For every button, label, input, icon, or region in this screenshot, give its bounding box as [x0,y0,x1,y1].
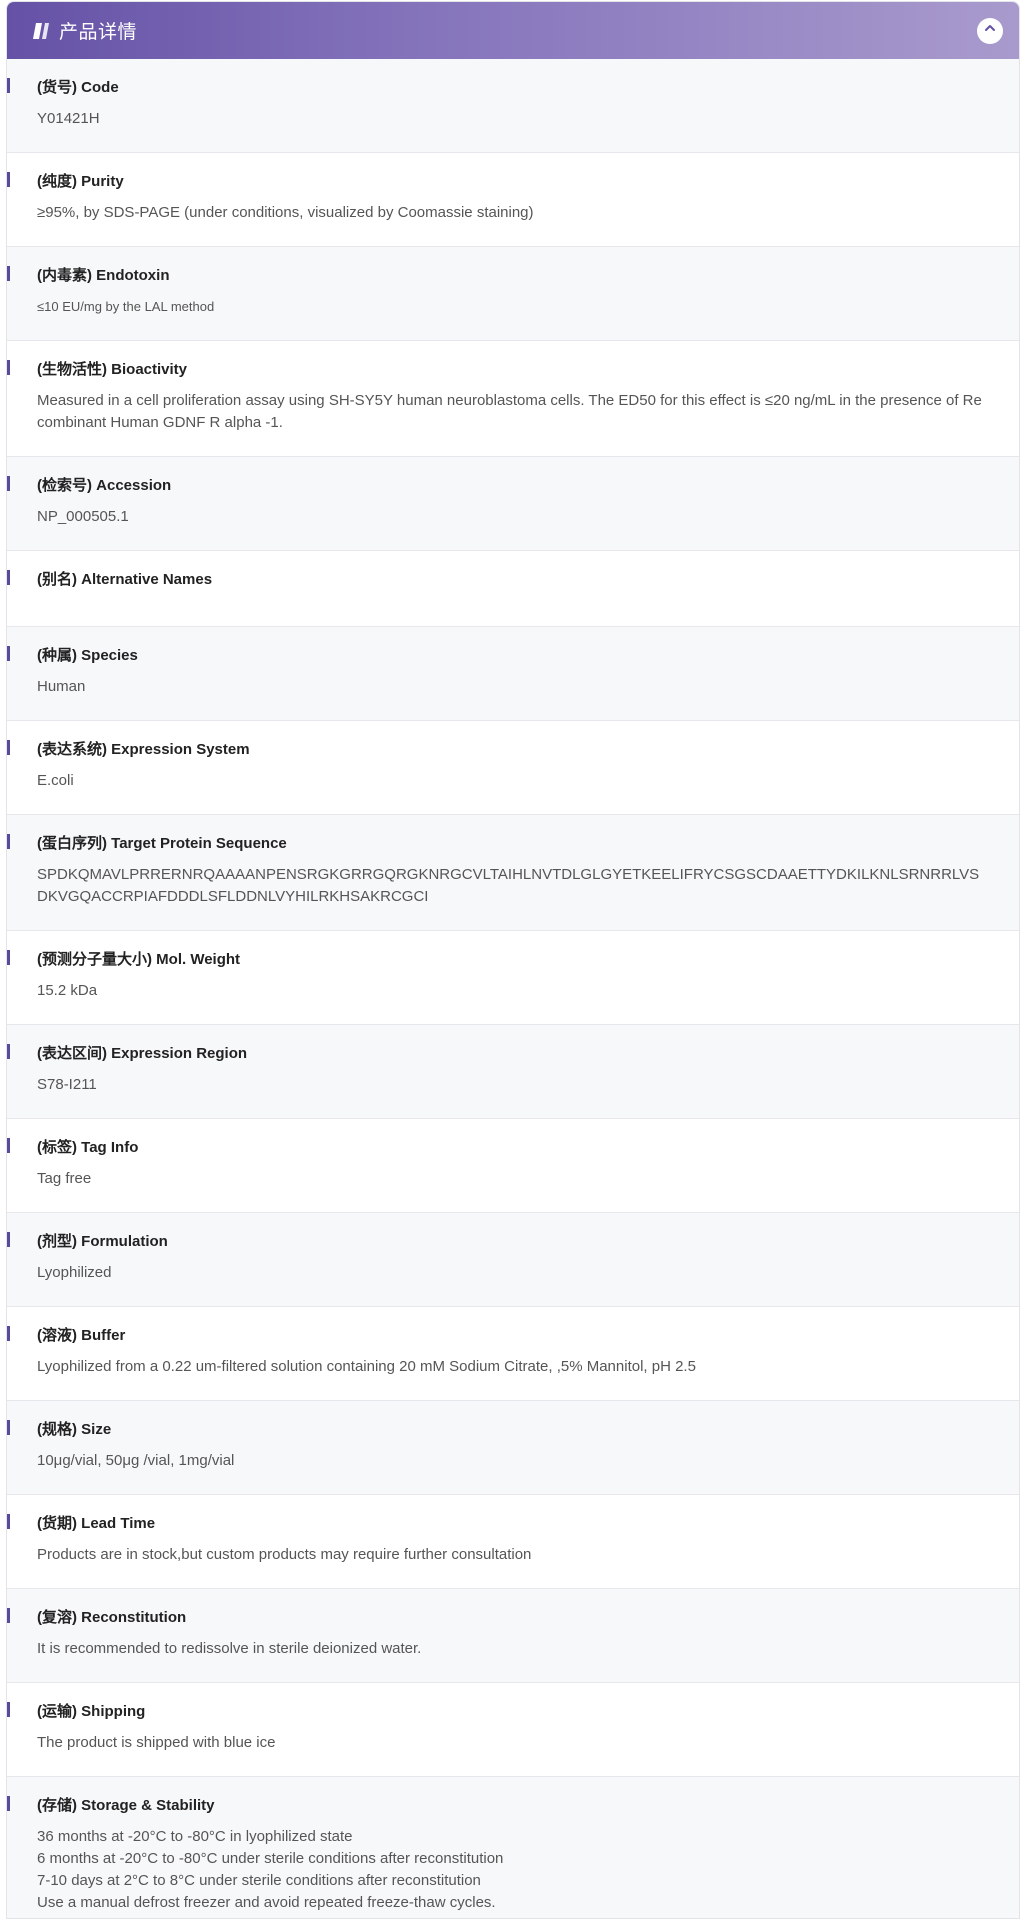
detail-value: ≥95%, by SDS-PAGE (under conditions, vis… [37,204,534,221]
detail-value: Tag free [37,1170,92,1187]
row-marker [7,1796,10,1811]
detail-row-tag-info: (标签) Tag Info Tag free [7,1119,1019,1213]
detail-label: (生物活性) Bioactivity [37,361,188,378]
row-marker [7,1326,10,1341]
row-marker [7,740,10,755]
detail-label: (运输) Shipping [37,1703,146,1720]
detail-value: Y01421H [37,110,100,127]
row-marker [7,646,10,661]
detail-label: (货号) Code [37,79,119,96]
row-marker [7,1044,10,1059]
detail-value: Products are in stock,but custom product… [37,1546,532,1563]
detail-row-mol-weight: (预测分子量大小) Mol. Weight 15.2 kDa [7,931,1019,1025]
detail-label: (检索号) Accession [37,477,172,494]
row-marker [7,172,10,187]
row-marker [7,476,10,491]
detail-label: (表达系统) Expression System [37,741,250,758]
detail-row-lead-time: (货期) Lead Time Products are in stock,but… [7,1495,1019,1589]
chevron-up-icon [983,21,997,40]
detail-row-expression-system: (表达系统) Expression System E.coli [7,721,1019,815]
details-list: (货号) Code Y01421H (纯度) Purity ≥95%, by S… [7,59,1019,1918]
detail-row-purity: (纯度) Purity ≥95%, by SDS-PAGE (under con… [7,153,1019,247]
row-marker [7,266,10,281]
detail-label: (存储) Storage & Stability [37,1797,215,1814]
detail-value: SPDKQMAVLPRRERNRQAAAANPENSRGKGRRGQRGKNRG… [37,866,980,905]
collapse-button[interactable] [977,17,1003,44]
detail-row-alternative-names: (别名) Alternative Names [7,551,1019,627]
detail-row-reconstitution: (复溶) Reconstitution It is recommended to… [7,1589,1019,1683]
detail-value: Lyophilized from a 0.22 um-filtered solu… [37,1358,696,1375]
detail-label: (复溶) Reconstitution [37,1609,187,1626]
panel-title: 产品详情 [59,22,138,43]
detail-value: It is recommended to redissolve in steri… [37,1640,422,1657]
detail-row-accession: (检索号) Accession NP_000505.1 [7,457,1019,551]
detail-value: Lyophilized [37,1264,112,1281]
row-marker [7,570,10,585]
detail-row-shipping: (运输) Shipping The product is shipped wit… [7,1683,1019,1777]
row-marker [7,1514,10,1529]
row-marker [7,950,10,965]
detail-row-formulation: (剂型) Formulation Lyophilized [7,1213,1019,1307]
row-marker [7,834,10,849]
row-marker [7,1420,10,1435]
detail-label: (纯度) Purity [37,173,124,190]
row-marker [7,360,10,375]
detail-label: (溶液) Buffer [37,1327,126,1344]
detail-label: (蛋白序列) Target Protein Sequence [37,835,287,852]
detail-label: (标签) Tag Info [37,1139,139,1156]
detail-row-buffer: (溶液) Buffer Lyophilized from a 0.22 um-f… [7,1307,1019,1401]
slash-bars-icon [33,22,53,40]
row-marker [7,78,10,93]
row-marker [7,1138,10,1153]
detail-value: The product is shipped with blue ice [37,1734,276,1751]
detail-row-expression-region: (表达区间) Expression Region S78-I211 [7,1025,1019,1119]
detail-row-target-protein-sequence: (蛋白序列) Target Protein Sequence SPDKQMAVL… [7,815,1019,931]
detail-label: (预测分子量大小) Mol. Weight [37,951,241,968]
row-marker [7,1608,10,1623]
detail-value: S78-I211 [37,1076,97,1093]
detail-row-size: (规格) Size 10μg/vial, 50μg /vial, 1mg/via… [7,1401,1019,1495]
detail-label: (规格) Size [37,1421,112,1438]
row-marker [7,1702,10,1717]
header-title-group: 产品详情 [33,17,137,44]
panel-header: 产品详情 [7,2,1019,59]
product-details-panel: 产品详情 (货号) Code Y01421H (纯度) Purity ≥95%,… [6,1,1020,1919]
detail-value: 15.2 kDa [37,982,98,999]
detail-value: 36 months at -20°C to -80°C in lyophiliz… [37,1828,504,1911]
detail-value: Human [37,678,86,695]
detail-label: (别名) Alternative Names [37,571,213,588]
detail-row-storage-stability: (存储) Storage & Stability 36 months at -2… [7,1777,1019,1918]
detail-label: (内毒素) Endotoxin [37,267,170,284]
detail-value: ≤10 EU/mg by the LAL method [37,299,215,314]
row-marker [7,1232,10,1247]
detail-label: (表达区间) Expression Region [37,1045,248,1062]
detail-row-endotoxin: (内毒素) Endotoxin ≤10 EU/mg by the LAL met… [7,247,1019,341]
detail-label: (种属) Species [37,647,138,664]
detail-value: E.coli [37,772,74,789]
detail-label: (剂型) Formulation [37,1233,168,1250]
detail-row-species: (种属) Species Human [7,627,1019,721]
detail-value: Measured in a cell proliferation assay u… [37,392,982,431]
detail-label: (货期) Lead Time [37,1515,156,1532]
detail-value: 10μg/vial, 50μg /vial, 1mg/vial [37,1452,235,1469]
detail-row-code: (货号) Code Y01421H [7,59,1019,153]
detail-row-bioactivity: (生物活性) Bioactivity Measured in a cell pr… [7,341,1019,457]
detail-value: NP_000505.1 [37,508,129,525]
